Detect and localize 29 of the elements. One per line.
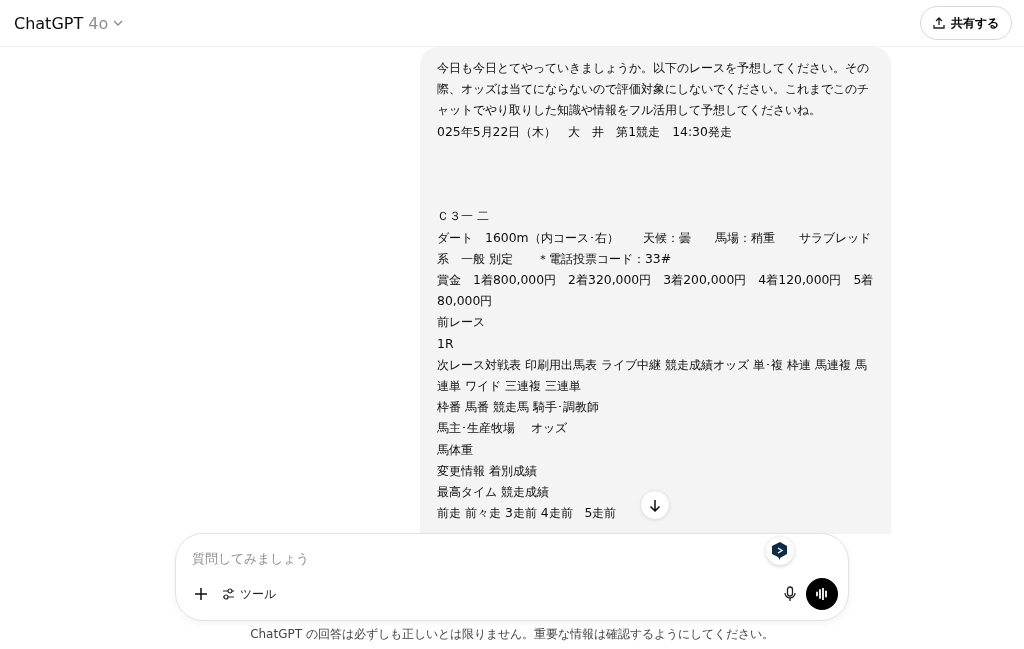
message-line: ダート 1600m（内コース･右） 天候：曇 馬場：稍重 サラブレッド系 一般 別定 ＊電話投票コード：33#	[437, 228, 872, 268]
microphone-icon	[784, 586, 796, 602]
message-line: 変更情報 着別成績	[437, 461, 537, 480]
message-line: 最高タイム 競走成績	[437, 483, 549, 502]
extension-icon[interactable]	[766, 537, 794, 565]
message-line: 025年5月22日（木） 大 井 第1競走 14:30発走	[437, 122, 732, 141]
plus-icon	[194, 587, 208, 601]
tools-button[interactable]: ツール	[218, 581, 280, 607]
message-line: Ｃ３一 二	[437, 207, 489, 226]
model-selector[interactable]: ChatGPT 4o	[14, 9, 124, 37]
upload-icon	[933, 17, 945, 29]
message-line: 馬主･生産牧場 オッズ	[437, 419, 567, 438]
message-line: 賞金 1着800,000円 2着320,000円 3着200,000円 4着120,000円 5着80,000円	[437, 271, 874, 311]
share-button[interactable]: 共有する	[920, 6, 1012, 40]
app-title: ChatGPT	[14, 13, 84, 33]
waveform-icon	[815, 588, 829, 600]
voice-mode-button[interactable]	[806, 578, 838, 610]
message-line: 枠番 馬番 競走馬 騎手･調教師	[437, 398, 599, 417]
message-line: 1R	[437, 334, 454, 353]
model-name: 4o	[88, 13, 109, 33]
message-line: 次レース対戦表 印刷用出馬表 ライブ中継 競走成績オッズ 単･複 枠連 馬連複 馬連単 ワイド 三連複 三連単	[437, 355, 868, 396]
message-line: 前レース	[437, 313, 485, 332]
message-line: 今日も今日とてやっていきましょうか。以下のレースを予想してください。その際、オッズは当てにならないので評価対象にしないでください。これまでこのチャットでやり取りした知識や情報をフル活用して予想してくださいね。	[437, 59, 870, 120]
message-line: 前走 前々走 3走前 4走前 5走前	[437, 504, 617, 523]
sliders-icon	[222, 588, 235, 600]
disclaimer-text: ChatGPT の回答は必ずしも正しいとは限りません。重要な情報は確認するようにしてください。	[250, 626, 774, 643]
message-line: 馬体重	[437, 440, 473, 459]
arrow-down-icon	[649, 498, 661, 512]
chevron-down-icon	[113, 20, 124, 26]
